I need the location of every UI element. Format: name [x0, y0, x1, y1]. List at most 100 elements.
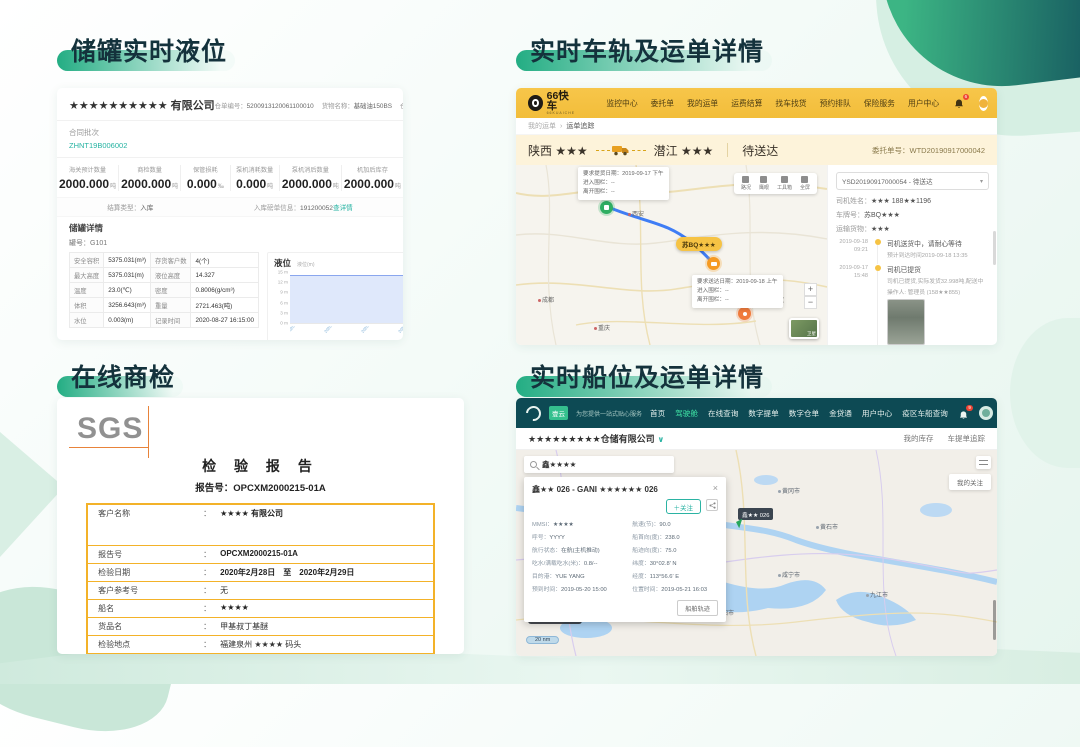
nav-user-center[interactable]: 用户中心: [862, 408, 892, 419]
chevron-down-icon: ▾: [980, 178, 983, 185]
pickup-marker[interactable]: [600, 201, 613, 214]
stat-number: 2000.000: [282, 177, 332, 191]
vehicle-marker[interactable]: [707, 257, 720, 270]
vehicle-plate-bubble[interactable]: 苏BQ★★★: [676, 237, 722, 251]
right-blob-decoration: [1010, 318, 1080, 468]
overview-eye-control[interactable]: 鹰眼: [759, 176, 769, 191]
nav-epidemic-query[interactable]: 疫区车船查询: [902, 408, 948, 419]
nav-insurance[interactable]: 保险服务: [864, 98, 895, 109]
truck-route-map[interactable]: 要求提货日期：2019-09-17 下午 进入围栏：-- 离开围栏：-- 苏BQ…: [516, 165, 827, 345]
stat-unit: 吨: [267, 184, 273, 190]
breadcrumb-my-waybills[interactable]: 我的运单: [528, 121, 556, 131]
user-avatar[interactable]: [979, 96, 988, 111]
section-title-tank: 储罐实时液位: [71, 32, 227, 68]
inspection-report-card: SGS 检 验 报 告 报告号：OPCXM2000215-01A 客户名称：★★…: [57, 398, 464, 654]
truck-route-icon: [596, 145, 646, 156]
close-icon[interactable]: ×: [713, 484, 718, 493]
nav-finance[interactable]: 金贷通: [829, 408, 852, 419]
platform-logo-icon[interactable]: [523, 402, 544, 423]
notification-bell-icon[interactable]: 6: [953, 97, 965, 109]
user-avatar[interactable]: [979, 406, 993, 420]
field-destination: 目的港：YUE YANG: [532, 571, 626, 580]
table-row: 体积3256.643(m³) 重量2721.463(吨): [70, 298, 259, 313]
divider: [727, 143, 728, 157]
waybill-select[interactable]: YSD20190917000054 - 待送达 ▾: [836, 172, 989, 190]
follow-ship-button[interactable]: ＋关注: [666, 499, 702, 514]
ship-position-map[interactable]: 鑫★★★★ 鑫★★ 026 - GANI ★★★★★★ 026 × ＋关注 MM…: [516, 450, 997, 656]
report-row-report-no: 报告号：OPCXM2000215-01A: [88, 546, 433, 564]
chart-x-axis-labels: 2020-08-26 08:34:002020-08-26 09:04:0020…: [290, 326, 403, 340]
nav-queue-booking[interactable]: 预约排队: [820, 98, 851, 109]
section-title-inspection: 在线商检: [71, 358, 175, 394]
my-follow-dropdown[interactable]: 我的关注: [949, 474, 991, 490]
table-row: 温度23.0(℃) 密度0.8006(g/cm³): [70, 283, 259, 298]
timeline-event: 2019-09-1715:48 司机已提货 司机已提货,实际发货32.998吨,…: [836, 264, 989, 345]
ship-search-input[interactable]: 鑫★★★★: [524, 456, 674, 473]
stat-unit: ‰: [218, 184, 224, 190]
nav-find-truck-cargo[interactable]: 找车找货: [775, 98, 806, 109]
nav-freight-settlement[interactable]: 运费结算: [731, 98, 762, 109]
report-row-location: 检验地点：福建泉州 ★★★★ 码头: [88, 636, 433, 654]
traffic-icon: [742, 176, 749, 183]
nav-my-waybills[interactable]: 我的运单: [687, 98, 718, 109]
toolbox-icon: [781, 176, 788, 183]
stat-remaining-stock: 机加后库存 2000.000吨: [342, 165, 403, 191]
fullscreen-control[interactable]: 全屏: [800, 176, 810, 191]
chart-plot-area: 15 m 12 m 9 m 6 m 3 m 0 m 2020-08-26 15:…: [290, 272, 403, 324]
left-triangle-decoration: [0, 432, 64, 557]
my-inventory-link[interactable]: 我的库存: [904, 433, 934, 444]
sgs-logo: SGS: [75, 412, 149, 448]
stat-storage-loss: 保管损耗 0.000‰: [181, 165, 230, 191]
panel-scrollbar[interactable]: [993, 231, 996, 265]
destination-marker[interactable]: [738, 307, 751, 320]
nav-consignment[interactable]: 委托单: [651, 98, 674, 109]
zoom-out-button[interactable]: −: [804, 296, 817, 309]
nav-home[interactable]: 首页: [650, 408, 665, 419]
map-layers-icon[interactable]: [976, 456, 991, 469]
platform-badge: 壹云: [549, 406, 568, 420]
nav-user-center[interactable]: 用户中心: [908, 98, 939, 109]
y-tick: 9 m: [274, 290, 288, 295]
x-tick: 2020-08-26 09:34:00: [360, 326, 400, 340]
brand-logo[interactable]: 66快车 66KUAICHE: [528, 91, 576, 116]
truck-bl-tracking-link[interactable]: 车提单追踪: [948, 433, 986, 444]
contract-batch-block: 合同批次 ZHNT19B006002: [57, 121, 403, 158]
field-course: 船迹向(度)：75.0: [632, 545, 718, 554]
field-position-time: 位置时间：2019-05-21 16:03: [632, 584, 718, 593]
cargo-line: 运输货物：★★★: [836, 224, 989, 234]
y-tick: 6 m: [274, 300, 288, 305]
chevron-down-icon: ∨: [658, 435, 665, 444]
share-icon[interactable]: [706, 499, 718, 511]
stat-pump-consumed: 泵机消耗数量 0.000吨: [231, 165, 280, 191]
nav-cockpit[interactable]: 驾驶舱: [675, 408, 698, 419]
consignment-order-no: 委托单号：WTD20190917000042: [872, 145, 985, 156]
stat-number: 2000.000: [121, 177, 171, 191]
batch-number-link[interactable]: ZHNT19B006002: [69, 141, 391, 150]
ship-track-button[interactable]: 船舶轨迹: [677, 600, 718, 616]
y-tick: 3 m: [274, 310, 288, 315]
city-label: 成都: [538, 295, 554, 304]
zoom-in-button[interactable]: +: [804, 283, 817, 296]
stat-after-pump-qty: 泵机消后数量 2000.000吨: [280, 165, 342, 191]
toolbox-control[interactable]: 工具箱: [777, 176, 792, 191]
report-row-inspection-date: 检验日期：2020年2月28日 至 2020年2月29日: [88, 564, 433, 582]
nav-digital-warehouse-receipt[interactable]: 数字仓单: [789, 408, 819, 419]
stat-unit: 吨: [333, 184, 339, 190]
nav-monitor-center[interactable]: 监控中心: [606, 98, 637, 109]
chart-y-axis-label: 液位(m): [297, 262, 315, 268]
satellite-view-thumbnail[interactable]: 卫星: [789, 318, 819, 339]
nav-digital-bl[interactable]: 数字提单: [748, 408, 778, 419]
map-scrollbar[interactable]: [993, 600, 996, 640]
pickup-proof-photo[interactable]: [887, 299, 925, 345]
view-detail-link[interactable]: 查详情: [333, 205, 353, 212]
timeline-event: 2019-09-1809:21 司机送货中，请耐心等待 预计到达时间2019-0…: [836, 238, 989, 264]
notification-bell-icon[interactable]: 9: [958, 408, 969, 419]
waybill-detail-panel: YSD20190917000054 - 待送达 ▾ 司机姓名：★★★ 188★★…: [827, 165, 997, 345]
ship-marker-label[interactable]: 鑫★★ 026: [738, 508, 773, 520]
tank-stats-row: 海关预计数量 2000.000吨 商检数量 2000.000吨 保管损耗 0.0…: [57, 158, 403, 198]
company-selector[interactable]: ★★★★★★★★★仓储有限公司∨: [528, 432, 664, 445]
nav-online-query[interactable]: 在线查询: [708, 408, 738, 419]
x-tick: 2020-08-26 10:04:00: [397, 326, 403, 340]
traffic-control[interactable]: 路况: [741, 176, 751, 191]
map-toolbar: 路况 鹰眼 工具箱 全屏: [734, 173, 817, 194]
